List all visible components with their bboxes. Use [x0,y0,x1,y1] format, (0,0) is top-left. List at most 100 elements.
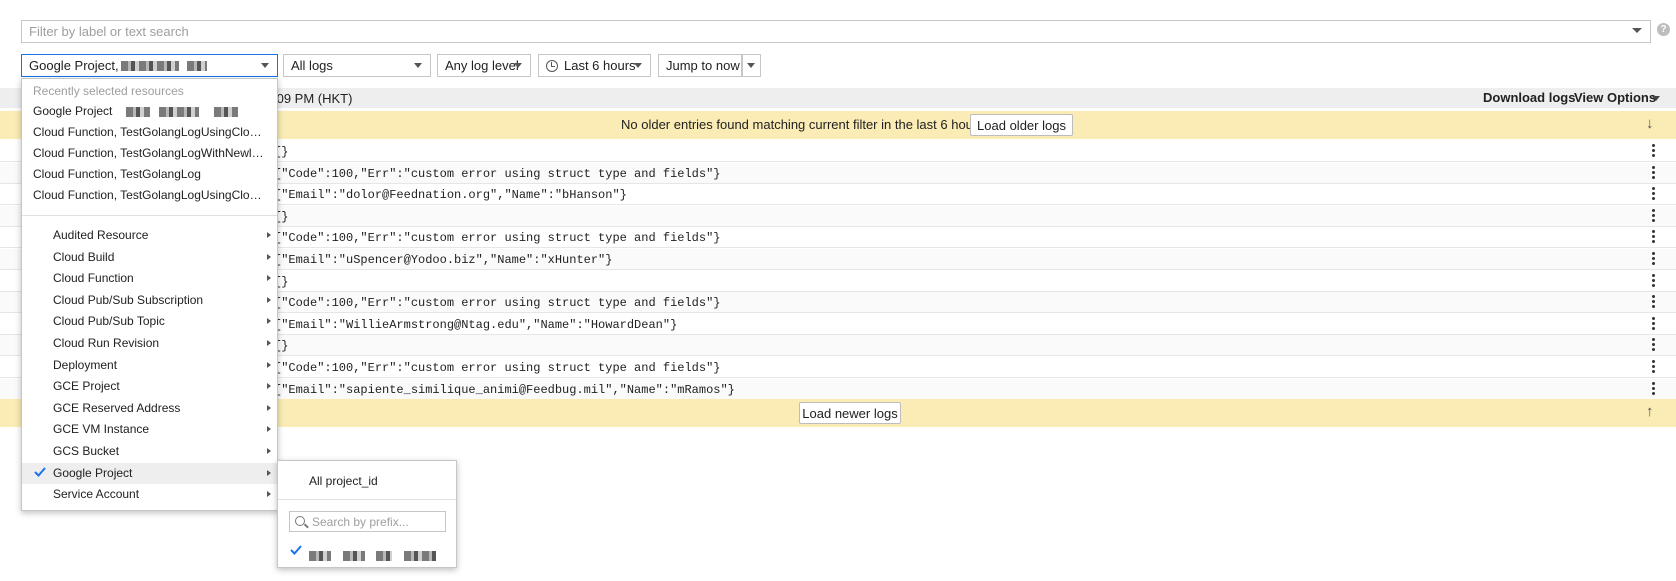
chevron-right-icon [267,426,271,433]
log-entry-payload: {"Code":100,"Err":"custom error using st… [274,231,721,246]
recent-resource-item[interactable]: Cloud Function, TestGolangLogUsingCloudL… [33,188,265,202]
redacted-project-id [125,106,150,117]
resource-type-item[interactable]: Cloud Run Revision [22,333,277,354]
redacted-project-id [376,550,393,561]
more-options-icon[interactable] [1652,144,1655,158]
chevron-right-icon [267,361,271,368]
chevron-right-icon [267,296,271,303]
search-icon [295,516,305,526]
resource-type-label: Cloud Build [53,249,115,264]
load-newer-logs-button[interactable]: Load newer logs [799,402,901,424]
arrow-up-icon[interactable]: ↑ [1646,403,1654,420]
more-options-icon[interactable] [1652,316,1655,331]
resource-type-label: GCE Project [53,379,120,394]
chevron-down-icon [514,63,522,68]
logs-selector[interactable]: All logs [283,54,431,77]
recent-resource-item[interactable]: Cloud Function, TestGolangLogWithNewline… [33,146,265,160]
log-level-selector[interactable]: Any log level [437,54,531,77]
filter-placeholder: Filter by label or text search [29,24,189,39]
resource-selector-label: Google Project, [29,58,119,73]
log-entry-payload: {"Code":100,"Err":"custom error using st… [274,296,721,311]
log-entry-payload: {"Email":"sapiente_similique_animi@Feedb… [274,382,735,397]
log-entry-payload: {"Code":100,"Err":"custom error using st… [274,361,721,375]
resource-type-item[interactable]: GCS Bucket [22,441,277,462]
chevron-right-icon [267,253,271,260]
resource-type-item[interactable]: GCE Reserved Address [22,398,277,419]
resource-type-item[interactable]: Audited Resource [22,225,277,246]
recent-resource-item[interactable]: Google Project [33,104,265,118]
resource-type-label: Google Project [53,465,133,480]
log-entry-payload: {"Email":"WillieArmstrong@Ntag.edu","Nam… [274,317,678,332]
chevron-down-icon [634,63,642,68]
redacted-project-id [214,106,239,117]
redacted-project-id [403,550,436,561]
more-options-icon[interactable] [1652,230,1655,244]
resource-type-item[interactable]: Cloud Pub/Sub Topic [22,311,277,332]
resource-type-label: GCS Bucket [53,444,120,458]
logs-selector-label: All logs [291,58,333,73]
filter-dropdown-caret-icon[interactable] [1632,28,1642,33]
jump-to-now-label: Jump to now [666,58,740,73]
more-options-icon[interactable] [1652,187,1655,201]
more-options-icon[interactable] [1652,338,1655,352]
resource-type-item[interactable]: Cloud Pub/Sub Subscription [22,290,277,311]
redacted-project-id [120,60,179,71]
redacted-project-id [309,550,331,561]
resource-type-label: GCE VM Instance [53,422,150,437]
more-options-icon[interactable] [1652,360,1655,374]
resource-type-item[interactable]: GCE Project [22,376,277,397]
time-range-label: Last 6 hours [564,58,636,73]
filter-input[interactable]: Filter by label or text search [21,20,1651,43]
resource-type-label: Cloud Run Revision [53,336,160,350]
view-options-link[interactable]: View Options [1574,90,1656,105]
project-id-option[interactable] [309,547,436,562]
log-time-label: :09 PM (HKT) [273,91,353,106]
recent-resource-item[interactable]: Cloud Function, TestGolangLogUsingCloudL… [33,125,265,139]
more-options-icon[interactable] [1652,381,1655,396]
recent-resources-header: Recently selected resources [33,84,184,98]
all-project-id-option[interactable]: All project_id [309,474,378,488]
more-options-icon[interactable] [1652,252,1655,266]
resource-selector[interactable]: Google Project, [21,54,278,77]
chevron-right-icon [267,318,271,325]
chevron-down-icon [261,63,269,68]
resource-type-label: Cloud Function [53,271,134,286]
log-entry-payload: {"Code":100,"Err":"custom error using st… [274,166,721,181]
jump-to-now-button[interactable]: Jump to now [658,54,742,77]
chevron-right-icon [267,275,271,282]
check-icon [290,545,302,555]
project-id-submenu: All project_id Search by prefix... [277,460,457,568]
resource-dropdown-panel: Recently selected resources Google Proje… [21,78,278,511]
resource-type-item[interactable]: Google Project [22,462,277,484]
redacted-project-id [342,550,365,561]
recent-resource-item[interactable]: Cloud Function, TestGolangLog [33,167,265,181]
chevron-down-icon [747,63,755,68]
help-icon[interactable]: ? [1657,23,1670,36]
download-logs-link[interactable]: Download logs [1483,90,1575,105]
resource-type-label: Deployment [53,357,118,372]
chevron-right-icon [267,469,271,476]
divider [22,215,277,216]
load-older-logs-button[interactable]: Load older logs [970,114,1073,136]
time-range-selector[interactable]: Last 6 hours [538,54,651,77]
prefix-search-input[interactable]: Search by prefix... [289,511,446,532]
resource-type-item[interactable]: GCE VM Instance [22,419,277,440]
arrow-down-icon[interactable]: ↓ [1646,115,1654,132]
resource-type-label: Cloud Pub/Sub Subscription [53,292,204,307]
resource-type-item[interactable]: Service Account [22,484,277,505]
resource-type-item[interactable]: Cloud Function [22,268,277,289]
resource-type-label: GCE Reserved Address [53,400,181,415]
resource-type-item[interactable]: Cloud Build [22,247,277,268]
chevron-down-icon[interactable] [1652,96,1660,101]
log-entry-payload: {"Email":"dolor@Feednation.org","Name":"… [274,188,627,203]
more-options-icon[interactable] [1652,273,1655,288]
resource-type-label: Cloud Pub/Sub Topic [53,314,165,329]
log-entry-payload: {"Email":"uSpencer@Yodoo.biz","Name":"xH… [274,253,613,267]
more-options-icon[interactable] [1652,295,1655,309]
jump-options-dropdown[interactable] [742,54,761,77]
resource-type-item[interactable]: Deployment [22,355,277,376]
more-options-icon[interactable] [1652,208,1655,223]
more-options-icon[interactable] [1652,165,1655,180]
chevron-right-icon [267,340,271,346]
chevron-right-icon [267,404,271,411]
